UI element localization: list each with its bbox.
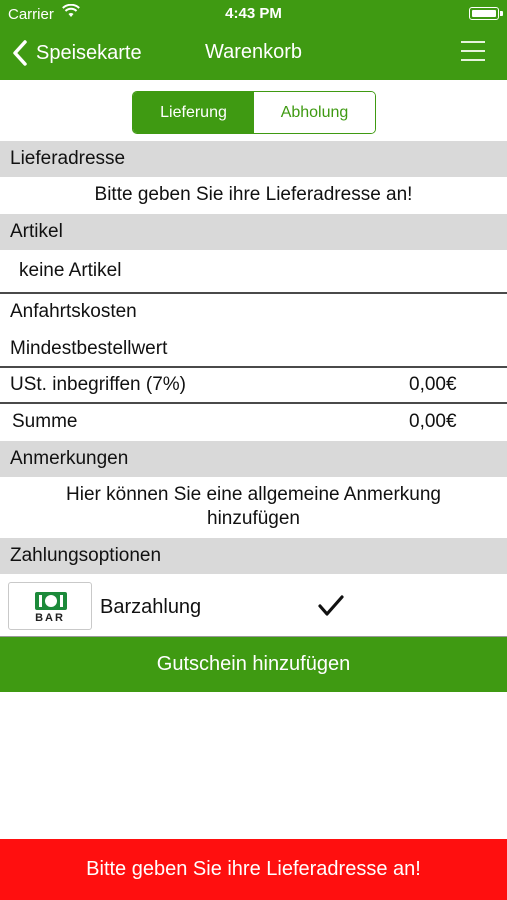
articles-empty-text: keine Artikel: [19, 260, 122, 281]
delivery-address-prompt[interactable]: Bitte geben Sie ihre Lieferadresse an!: [0, 177, 507, 213]
minimum-order-row: Mindestbestellwert: [0, 331, 507, 366]
vat-label: USt. inbegriffen (7%): [10, 374, 187, 395]
segment-lieferung[interactable]: Lieferung: [133, 92, 254, 133]
cash-payment-icon: BAR: [8, 582, 92, 630]
sum-row: Summe 0,00€: [0, 404, 507, 440]
status-bar: Carrier 4:43 PM: [0, 0, 507, 28]
hamburger-menu-icon[interactable]: [461, 41, 485, 65]
section-header-delivery-address: Lieferadresse: [0, 141, 507, 177]
notes-prompt-line1: Hier können Sie eine allgemeine Anmerkun…: [66, 484, 441, 505]
sum-value: 0,00€: [409, 411, 457, 432]
battery-icon: [469, 7, 503, 20]
vat-value: 0,00€: [409, 374, 457, 395]
articles-empty-row: keine Artikel: [0, 250, 507, 292]
minimum-order-label: Mindestbestellwert: [10, 337, 168, 359]
section-header-notes: Anmerkungen: [0, 441, 507, 477]
travel-costs-row: Anfahrtskosten: [0, 294, 507, 330]
navigation-bar: Speisekarte Warenkorb: [0, 28, 507, 80]
checkmark-icon: [318, 595, 344, 616]
status-time: 4:43 PM: [225, 5, 282, 22]
segment-abholung[interactable]: Abholung: [254, 92, 375, 133]
notes-prompt-line2: hinzufügen: [207, 508, 300, 529]
delivery-address-alert-button[interactable]: Bitte geben Sie ihre Lieferadresse an!: [0, 839, 507, 900]
section-header-articles: Artikel: [0, 214, 507, 250]
notes-prompt[interactable]: Hier können Sie eine allgemeine Anmerkun…: [0, 477, 507, 537]
travel-costs-label: Anfahrtskosten: [10, 301, 137, 322]
sum-label: Summe: [12, 411, 78, 432]
banknote-icon: [35, 592, 67, 610]
page-title: Warenkorb: [204, 41, 303, 63]
cash-icon-text: BAR: [35, 612, 65, 624]
section-header-payment-options: Zahlungsoptionen: [0, 538, 507, 574]
order-type-segmented-control: Lieferung Abholung: [132, 91, 376, 134]
add-voucher-button[interactable]: Gutschein hinzufügen: [0, 637, 507, 692]
payment-option-label: Barzahlung: [100, 596, 202, 618]
vat-row: USt. inbegriffen (7%) 0,00€: [0, 368, 507, 402]
